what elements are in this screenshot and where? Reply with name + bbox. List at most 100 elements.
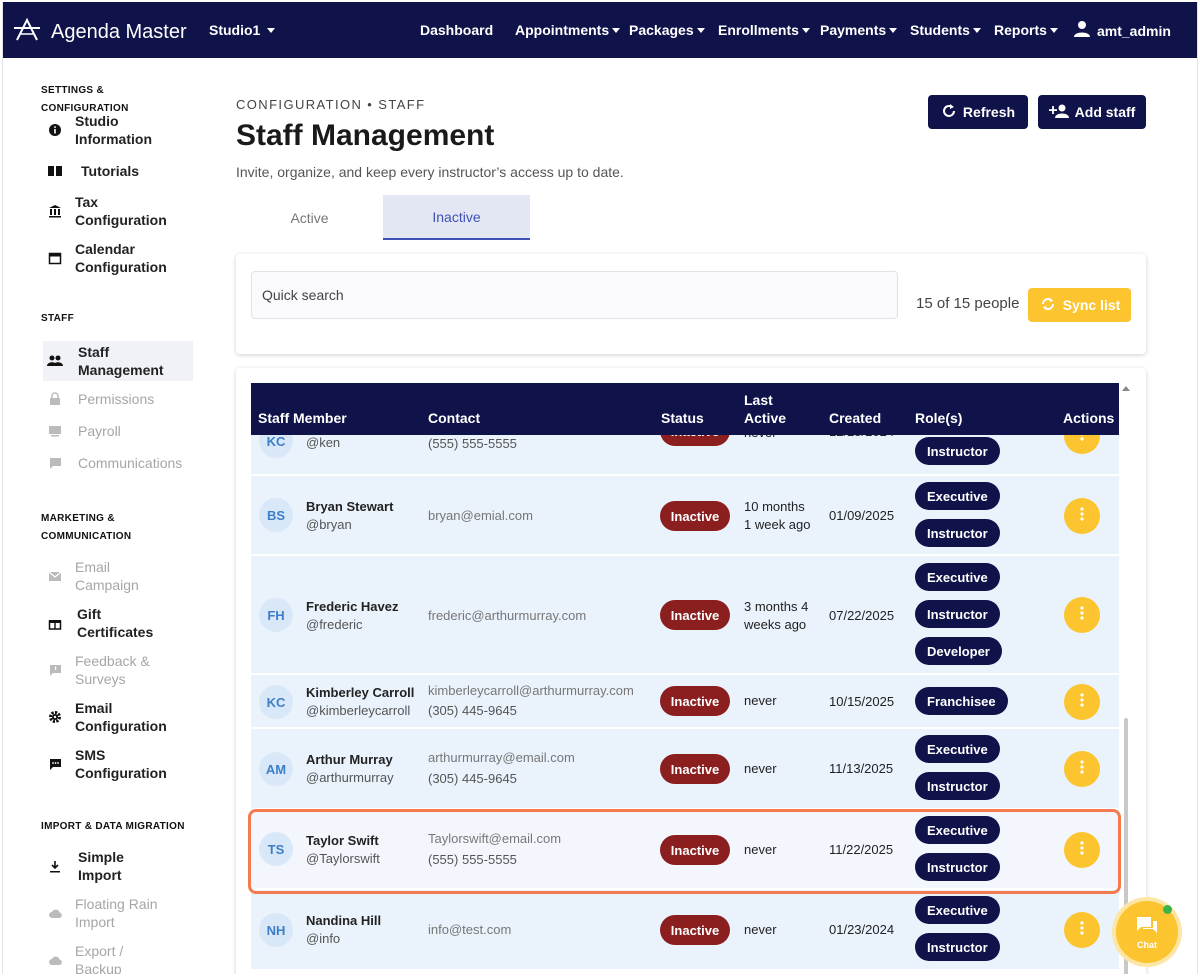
sidebar-item-tutorials[interactable]: Tutorials: [43, 162, 193, 180]
sidebar-item-label: Email Configuration: [75, 700, 167, 734]
search-placeholder: Quick search: [262, 287, 344, 303]
staff-name: Arthur Murray: [306, 752, 393, 767]
table-row[interactable]: FH Frederic Havez @frederic frederic@art…: [251, 556, 1119, 674]
tab-active[interactable]: Active: [236, 195, 383, 240]
sidebar-item-export-backup[interactable]: Export / Backup: [43, 942, 193, 974]
table-row[interactable]: BS Bryan Stewart @bryan bryan@emial.com …: [251, 476, 1119, 555]
column-header-last-active[interactable]: Last Active: [744, 391, 786, 427]
status-badge: Inactive: [660, 835, 730, 865]
download-icon: [43, 860, 67, 873]
avatar: NH: [259, 913, 293, 947]
role-badge: Executive: [915, 482, 1000, 510]
nav-packages[interactable]: Packages: [629, 22, 705, 38]
search-input[interactable]: Quick search: [251, 271, 898, 319]
role-badge: Executive: [915, 563, 1000, 591]
refresh-label: Refresh: [962, 104, 1016, 120]
sync-list-button[interactable]: Sync list: [1028, 288, 1131, 322]
actions-button[interactable]: [1064, 684, 1100, 720]
refresh-button[interactable]: Refresh: [928, 95, 1028, 129]
created-date: 10/15/2025: [829, 694, 895, 709]
staff-email: kimberleycarroll@arthurmurray.com: [428, 683, 634, 698]
staff-email: info@test.com: [428, 922, 512, 937]
avatar: BS: [259, 498, 293, 532]
add-staff-button[interactable]: Add staff: [1038, 95, 1146, 129]
nav-payments[interactable]: Payments: [820, 22, 898, 38]
staff-table: Staff Member Contact Status Last Active C…: [236, 368, 1146, 974]
sidebar-item-label: Staff Management: [78, 344, 164, 378]
sidebar-item-label: Floating Rain Import: [75, 896, 158, 930]
chat-button[interactable]: Chat: [1116, 901, 1178, 963]
user-menu[interactable]: amt_admin: [1073, 20, 1171, 41]
logo-icon: [11, 14, 43, 51]
last-active: 10 months 1 week ago: [744, 499, 811, 532]
book-icon: [43, 165, 67, 177]
role-badge: Instructor: [915, 933, 1000, 961]
sidebar-item-email-configuration[interactable]: Email Configuration: [43, 699, 193, 735]
payroll-icon: [43, 425, 67, 437]
column-header-contact[interactable]: Contact: [428, 409, 480, 427]
nav-appointments[interactable]: Appointments: [515, 22, 621, 38]
sidebar-item-communications[interactable]: Communications: [43, 454, 193, 472]
sidebar-item-calendar-configuration[interactable]: Calendar Configuration: [43, 240, 193, 276]
sidebar-item-email-campaign[interactable]: Email Campaign: [43, 558, 193, 594]
sidebar-item-tax-configuration[interactable]: Tax Configuration: [43, 193, 193, 229]
chevron-down-icon: [801, 27, 810, 33]
avatar: AM: [259, 752, 293, 786]
sidebar-item-permissions[interactable]: Permissions: [43, 390, 193, 408]
table-row[interactable]: KC Kimberley Carroll @kimberleycarroll k…: [251, 675, 1119, 728]
sidebar-item-staff-management[interactable]: Staff Management: [43, 341, 193, 381]
role-badge: Developer: [915, 637, 1002, 665]
message-icon: [43, 457, 67, 470]
sidebar-item-floating-rain-import[interactable]: Floating Rain Import: [43, 895, 193, 931]
scroll-up-arrow[interactable]: [1122, 386, 1130, 391]
actions-button[interactable]: [1064, 751, 1100, 787]
role-badge: Executive: [915, 816, 1000, 844]
nav-students-label: Students: [910, 22, 970, 38]
cloud-icon: [43, 908, 67, 919]
user-icon: [1073, 20, 1091, 41]
role-badge: Instructor: [915, 519, 1000, 547]
sidebar-item-payroll[interactable]: Payroll: [43, 422, 193, 440]
table-row[interactable]: TS Taylor Swift @Taylorswift Taylorswift…: [251, 810, 1119, 889]
sidebar-item-label: Communications: [78, 455, 183, 471]
cloud-upload-icon: [43, 955, 67, 966]
brand-name: Agenda Master: [51, 21, 187, 43]
sidebar-item-simple-import[interactable]: Simple Import: [43, 848, 193, 884]
column-header-status[interactable]: Status: [661, 409, 704, 427]
sidebar-item-label: Studio Information: [75, 113, 152, 147]
nav-dashboard[interactable]: Dashboard: [420, 22, 493, 38]
sidebar-item-studio-information[interactable]: Studio Information: [43, 112, 193, 148]
sidebar-item-gift-certificates[interactable]: Gift Certificates: [43, 605, 193, 641]
role-badge: Instructor: [915, 437, 1000, 465]
actions-button[interactable]: [1064, 597, 1100, 633]
breadcrumb: CONFIGURATION • STAFF: [236, 97, 426, 112]
more-vert-icon: [1080, 840, 1084, 860]
sidebar-item-label: Gift Certificates: [77, 606, 154, 640]
column-header-roles[interactable]: Role(s): [915, 409, 962, 427]
sidebar-item-label: Payroll: [78, 423, 121, 439]
sidebar-item-sms-configuration[interactable]: SMS Configuration: [43, 746, 193, 782]
staff-name: Kimberley Carroll: [306, 685, 415, 700]
table-row[interactable]: AM Arthur Murray @arthurmurray arthurmur…: [251, 729, 1119, 809]
nav-dashboard-label: Dashboard: [420, 22, 494, 38]
column-header-actions: Actions: [1063, 410, 1115, 426]
tab-inactive[interactable]: Inactive: [383, 195, 530, 240]
actions-button[interactable]: [1064, 498, 1100, 534]
column-header-member[interactable]: Staff Member: [258, 409, 347, 427]
actions-button[interactable]: [1064, 912, 1100, 948]
actions-button[interactable]: [1064, 832, 1100, 868]
sidebar-item-label: Export / Backup: [75, 943, 124, 974]
brand[interactable]: Agenda Master: [11, 14, 187, 51]
nav-enrollments[interactable]: Enrollments: [718, 22, 810, 38]
staff-phone: (555) 555-5555: [428, 436, 517, 451]
status-badge: Inactive: [660, 501, 730, 531]
column-header-created[interactable]: Created: [829, 409, 881, 427]
table-row[interactable]: NH Nandina Hill @info info@test.com Inac…: [251, 890, 1119, 970]
chevron-down-icon: [889, 27, 898, 33]
nav-students[interactable]: Students: [910, 22, 981, 38]
sidebar-item-label: SMS Configuration: [75, 747, 167, 781]
sidebar-item-label: Tax Configuration: [75, 194, 167, 228]
sidebar-item-feedback-surveys[interactable]: Feedback & Surveys: [43, 652, 193, 688]
nav-reports[interactable]: Reports: [994, 22, 1058, 38]
studio-selector[interactable]: Studio1: [209, 22, 276, 38]
